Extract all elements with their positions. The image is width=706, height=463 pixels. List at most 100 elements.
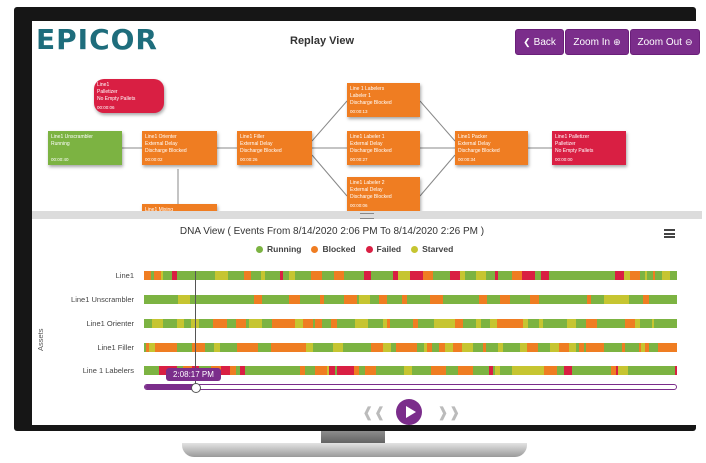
flow-node-labelers[interactable]: Line 1 Labelers Labeler 1 Discharge Bloc… — [347, 83, 420, 117]
flow-node-palletizer[interactable]: Line1 Palletizer Palletizer No Empty Pal… — [552, 131, 626, 165]
node-duration: 00:00:06 — [97, 104, 115, 110]
dna-segment — [144, 271, 151, 280]
dna-segment — [473, 343, 483, 352]
node-line: Line1 — [97, 82, 110, 88]
flow-node-palletizer-top[interactable]: Line1 Palletizer No Empty Pallets 00:00:… — [94, 79, 164, 113]
dna-segment — [510, 319, 523, 328]
dna-segment — [520, 343, 527, 352]
dna-segment — [617, 271, 624, 280]
dna-segment — [249, 319, 262, 328]
dna-segment — [423, 271, 433, 280]
node-duration: 00:00:26 — [240, 156, 258, 162]
timeline-handle[interactable] — [191, 383, 201, 393]
fast-forward-icon[interactable]: ❱❱ — [437, 404, 460, 421]
dna-segment — [311, 271, 322, 280]
dna-segment — [481, 319, 490, 328]
dna-segment — [417, 343, 424, 352]
dna-segment — [325, 343, 333, 352]
back-button-label: Back — [533, 36, 556, 48]
dna-segment — [468, 295, 479, 304]
timeline-slider[interactable] — [144, 384, 677, 390]
node-duration: 00:00:06 — [350, 202, 368, 208]
dna-segment — [412, 295, 420, 304]
dna-bar-orienter[interactable] — [144, 319, 677, 328]
dna-segment — [533, 366, 544, 375]
dna-bar-unscrambler[interactable] — [144, 295, 677, 304]
page-title: Replay View — [290, 35, 354, 47]
dna-segment — [579, 271, 590, 280]
playhead-time-tooltip: 2:08:17 PM — [166, 368, 221, 381]
dna-segment — [591, 343, 604, 352]
dna-segment — [615, 343, 622, 352]
dna-segment — [152, 319, 163, 328]
dna-bar-labelers[interactable] — [144, 366, 677, 375]
node-line: External Delay — [458, 140, 491, 147]
legend-item-failed[interactable]: Failed — [365, 244, 401, 254]
rewind-icon[interactable]: ❰❰ — [362, 404, 385, 421]
dna-segment — [453, 343, 462, 352]
legend-item-starved[interactable]: Starved — [411, 244, 453, 254]
zoom-out-button[interactable]: Zoom Out ⊖ — [630, 29, 700, 55]
row-label-line1: Line1 — [115, 271, 134, 280]
dna-segment — [544, 366, 557, 375]
dna-segment — [465, 319, 476, 328]
dna-segment — [625, 319, 635, 328]
dna-segment — [192, 343, 205, 352]
dna-bar-line1[interactable] — [144, 271, 677, 280]
dna-segment — [618, 366, 628, 375]
dna-segment — [591, 295, 604, 304]
dna-segment — [390, 319, 401, 328]
legend-item-running[interactable]: Running — [256, 244, 301, 254]
node-line: Line 1 Labelers — [350, 86, 385, 92]
dna-segment — [630, 271, 640, 280]
legend-item-blocked[interactable]: Blocked — [311, 244, 356, 254]
flow-node-orienter[interactable]: Line1 Orienter External Delay Discharge … — [142, 131, 217, 165]
dna-segment — [554, 295, 561, 304]
dna-segment — [383, 271, 393, 280]
dna-segment — [371, 271, 378, 280]
dna-segment — [431, 366, 441, 375]
dna-segment — [657, 366, 666, 375]
play-button[interactable] — [396, 399, 422, 425]
dna-segment — [313, 343, 325, 352]
dna-segment — [564, 366, 572, 375]
dna-segment — [549, 271, 561, 280]
hamburger-menu-icon[interactable] — [664, 229, 675, 238]
split-pane-divider[interactable] — [32, 211, 702, 219]
dna-segment — [396, 343, 406, 352]
dna-segment — [556, 319, 567, 328]
dna-segment — [406, 343, 417, 352]
legend-label: Running — [267, 244, 302, 254]
dna-segment — [649, 343, 658, 352]
dna-bar-filler[interactable] — [144, 343, 677, 352]
flow-node-labeler-2[interactable]: Line1 Labeler 2 External Delay Discharge… — [347, 177, 420, 211]
dna-segment — [576, 319, 584, 328]
dna-segment — [491, 295, 500, 304]
dna-segment — [315, 366, 327, 375]
node-line: No Empty Pallets — [97, 95, 136, 102]
node-line: Palletizer — [555, 140, 576, 147]
row-label-unscrambler: Line1 Unscrambler — [71, 295, 134, 304]
flow-node-filler[interactable]: Line1 Filler External Delay Discharge Bl… — [237, 131, 312, 165]
flow-node-unscrambler[interactable]: Line1 Unscrambler Running 00:00:40 — [48, 131, 122, 165]
back-button[interactable]: ❮ Back — [515, 29, 564, 55]
node-line: Discharge Blocked — [145, 147, 187, 154]
flow-node-labeler-1[interactable]: Line1 Labeler 1 External Delay Discharge… — [347, 131, 420, 165]
dna-segment — [510, 343, 520, 352]
dna-segment — [593, 271, 602, 280]
dna-segment — [446, 366, 458, 375]
dna-segment — [673, 295, 677, 304]
dna-segment — [177, 271, 186, 280]
dna-segment — [569, 343, 576, 352]
dna-segment — [398, 271, 410, 280]
dna-segment — [541, 271, 549, 280]
app-screen: EPICOR Replay View ❮ Back Zoom In ⊕ Zoom… — [32, 21, 702, 425]
dna-segment — [315, 319, 322, 328]
dna-segment — [178, 295, 190, 304]
node-line: Line1 Packer — [458, 134, 488, 140]
dna-segment — [215, 271, 228, 280]
dna-segment — [203, 271, 211, 280]
status-legend: Running Blocked Failed Starved — [256, 244, 453, 254]
flow-node-packer[interactable]: Line1 Packer External Delay Discharge Bl… — [455, 131, 528, 165]
zoom-in-button[interactable]: Zoom In ⊕ — [565, 29, 629, 55]
